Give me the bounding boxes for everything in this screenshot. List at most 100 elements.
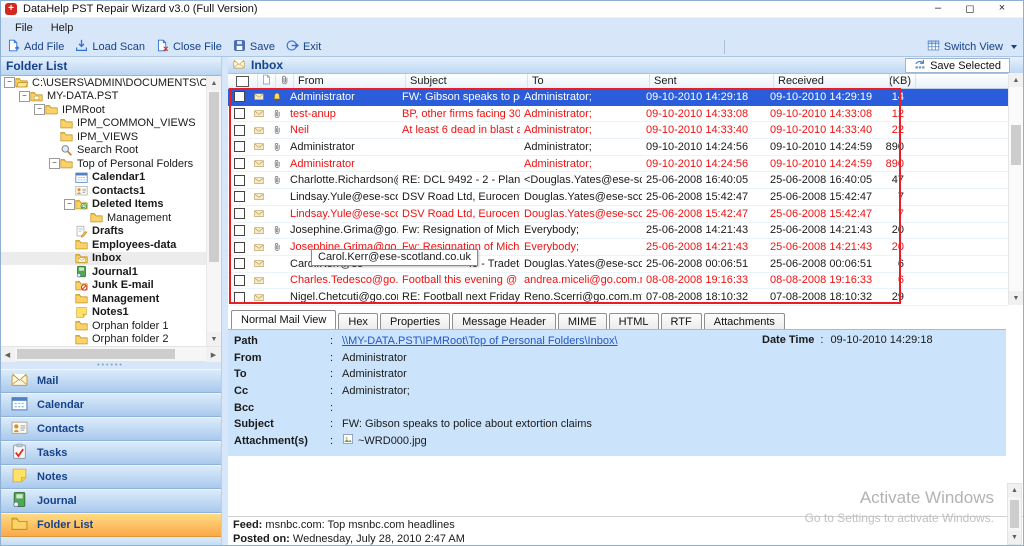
scroll-up-icon[interactable]: ▲ [1008,484,1021,497]
row-checkbox[interactable] [228,106,250,122]
body-vertical-scrollbar[interactable]: ▲ ▼ [1007,483,1022,545]
row-checkbox[interactable] [228,189,250,205]
mail-row[interactable]: Charlotte.Richardson@dexio...RE: DCL 949… [228,172,1008,189]
tree-item-orphan-folder-1[interactable]: Orphan folder 1 [0,319,221,333]
tree-item-journal1[interactable]: Journal1 [0,265,221,279]
tree-item-calendar1[interactable]: Calendar1 [0,171,221,185]
add-file-button[interactable]: Add File [3,38,71,56]
attachment-column-header[interactable] [276,74,294,88]
scroll-down-icon[interactable]: ▼ [207,332,221,346]
tree-item-management[interactable]: Management [0,292,221,306]
tree-item-drafts[interactable]: Drafts [0,225,221,239]
tree-item-top-of-personal-folders[interactable]: Top of Personal Folders [0,157,221,171]
row-checkbox[interactable] [228,206,250,222]
tab-message-header[interactable]: Message Header [452,313,556,329]
menu-file[interactable]: File [6,20,42,36]
tree-item-ipm-common-views[interactable]: IPM_COMMON_VIEWS [0,117,221,131]
message-type-column-header[interactable] [258,74,276,88]
tree-item-junk-e-mail[interactable]: Junk E-mail [0,279,221,293]
exit-button[interactable]: Exit [282,38,328,56]
menu-help[interactable]: Help [42,20,83,36]
scrollbar-thumb[interactable] [17,349,175,359]
scrollbar-thumb[interactable] [1011,125,1021,165]
tree-item-c-users-admin-documents-outlook-f[interactable]: C:\USERS\ADMIN\DOCUMENTS\OUTLOOK F [0,76,221,90]
column-header-from[interactable]: From [294,74,406,88]
row-checkbox[interactable] [228,89,250,105]
scroll-left-icon[interactable]: ◀ [0,347,15,362]
nav-item-folder-list[interactable]: Folder List [0,513,221,537]
tree-item-deleted-items[interactable]: Deleted Items [0,198,221,212]
tab-attachments[interactable]: Attachments [704,313,785,329]
mail-row[interactable]: AdministratorFW: Gibson speaks to police… [228,89,1008,106]
tree-item-inbox[interactable]: Inbox [0,252,221,266]
panel-splitter-handle[interactable]: •••••• [0,361,221,369]
tree-item-ipmroot[interactable]: IPMRoot [0,103,221,117]
scrollbar-thumb[interactable] [209,92,219,262]
column-header-to[interactable]: To [528,74,650,88]
nav-item-contacts[interactable]: Contacts [0,417,221,441]
mail-list-vertical-scrollbar[interactable]: ▲ ▼ [1008,73,1023,305]
tree-item-employees-data[interactable]: Employees-data [0,238,221,252]
row-checkbox[interactable] [228,256,250,272]
mail-row[interactable]: Lindsay.Yule@ese-scotland.c...DSV Road L… [228,206,1008,223]
folder-tree-horizontal-scrollbar[interactable]: ◀ ▶ [0,346,221,361]
save-selected-button[interactable]: Save Selected [905,58,1010,73]
tab-html[interactable]: HTML [609,313,659,329]
nav-item-calendar[interactable]: Calendar [0,393,221,417]
tree-collapse-icon[interactable] [19,91,30,102]
mail-row[interactable]: AdministratorAdministrator;09-10-2010 14… [228,139,1008,156]
tree-item-orphan-folder-2[interactable]: Orphan folder 2 [0,333,221,347]
nav-item-mail[interactable]: Mail [0,369,221,393]
load-scan-button[interactable]: Load Scan [71,38,152,56]
minimize-button[interactable]: – [922,2,954,15]
mail-row[interactable]: Josephine.Grima@go.com.mtFw: Resignation… [228,223,1008,240]
nav-item-tasks[interactable]: Tasks [0,441,221,465]
tab-hex[interactable]: Hex [338,313,378,329]
maximize-button[interactable]: ◻ [954,2,986,15]
row-checkbox[interactable] [228,289,250,305]
nav-item-notes[interactable]: Notes [0,465,221,489]
tab-properties[interactable]: Properties [380,313,450,329]
nav-item-journal[interactable]: Journal [0,489,221,513]
row-checkbox[interactable] [228,156,250,172]
scroll-up-icon[interactable]: ▲ [207,76,221,90]
tree-collapse-icon[interactable] [64,199,75,210]
tree-item-search-root[interactable]: Search Root [0,144,221,158]
tab-normal-mail-view[interactable]: Normal Mail View [231,310,336,329]
row-checkbox[interactable] [228,122,250,138]
mail-row[interactable]: NeilAt least 6 dead in blast at Ch...Adm… [228,122,1008,139]
scrollbar-thumb[interactable] [1010,500,1019,528]
row-checkbox[interactable] [228,273,250,289]
scroll-up-icon[interactable]: ▲ [1009,73,1023,87]
tree-item-my-data-pst[interactable]: MY-DATA.PST [0,90,221,104]
close-file-button[interactable]: Close File [152,38,229,56]
row-checkbox[interactable] [228,239,250,255]
save-button[interactable]: Save [229,38,282,56]
switch-view-button[interactable]: Switch View [923,38,1024,56]
folder-tree-vertical-scrollbar[interactable]: ▲ ▼ [206,76,221,346]
column-header-subject[interactable]: Subject [406,74,528,88]
tree-item-contacts1[interactable]: Contacts1 [0,184,221,198]
mail-row[interactable]: Charles.Tedesco@go.com.mtFootball this e… [228,273,1008,290]
close-button[interactable]: × [986,2,1018,15]
mail-row[interactable]: Lindsay.Yule@ese-scotland.c...DSV Road L… [228,189,1008,206]
column-header-received[interactable]: Received [774,74,890,88]
row-checkbox[interactable] [228,139,250,155]
mail-row[interactable]: test-anupBP, other firms facing 300 la..… [228,106,1008,123]
path-link[interactable]: \\MY-DATA.PST\IPMRoot\Top of Personal Fo… [342,335,618,347]
tree-item-management[interactable]: Management [0,211,221,225]
column-header-size-kb[interactable]: Size(KB) [890,74,916,88]
tab-rtf[interactable]: RTF [661,313,702,329]
mail-row[interactable]: Nigel.Chetcuti@go.com.mtRE: Football nex… [228,289,1008,306]
row-checkbox[interactable] [228,172,250,188]
mail-row[interactable]: AdministratorAdministrator;09-10-2010 14… [228,156,1008,173]
column-header-sent[interactable]: Sent [650,74,774,88]
tree-collapse-icon[interactable] [34,104,45,115]
scroll-right-icon[interactable]: ▶ [206,347,221,362]
scroll-down-icon[interactable]: ▼ [1008,531,1021,544]
row-checkbox[interactable] [228,223,250,239]
tab-mime[interactable]: MIME [558,313,607,329]
tree-item-ipm-views[interactable]: IPM_VIEWS [0,130,221,144]
tree-collapse-icon[interactable] [49,158,60,169]
tree-collapse-icon[interactable] [4,77,15,88]
